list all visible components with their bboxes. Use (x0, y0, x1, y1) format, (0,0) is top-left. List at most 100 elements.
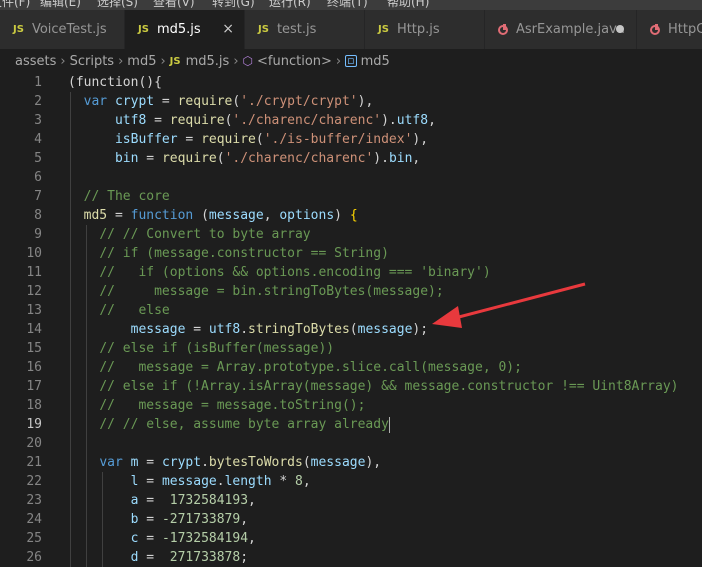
code-line[interactable]: 25 c = -1732584194, (0, 529, 702, 548)
code-token: './is-buffer/index' (263, 132, 413, 147)
code-token: ( (193, 208, 209, 223)
code-line[interactable]: 1 (function(){ (0, 73, 702, 92)
code-token: ), (365, 455, 382, 470)
code-line[interactable]: 11 // if (options && options.encoding ==… (0, 263, 702, 282)
code-line[interactable]: 3 utf8 = require('./charenc/charenc').ut… (0, 111, 702, 130)
code-line[interactable]: 13 // else (0, 301, 702, 320)
code-token: 271733878 (169, 550, 241, 565)
code-token: message (208, 208, 264, 223)
line-number: 4 (34, 132, 42, 147)
code-token: ( (216, 151, 225, 166)
line-number: 11 (26, 265, 42, 280)
code-text: // // Convert to byte array (68, 225, 311, 244)
code-text: // if (message.constructor == String) (68, 244, 389, 263)
code-line[interactable]: 10 // if (message.constructor == String) (0, 244, 702, 263)
menu-item[interactable]: 运行(R) (269, 0, 311, 10)
code-token: ) (334, 208, 350, 223)
breadcrumb-item-file[interactable]: md5.js (186, 54, 230, 69)
code-text: // message = bin.stringToBytes(message); (68, 282, 443, 301)
editor-tab-bar: JS VoiceTest.js JS md5.js × JS test.js JS Http.j… (0, 10, 702, 49)
code-line[interactable]: 4 isBuffer = require('./is-buffer/index'… (0, 130, 702, 149)
editor-tab[interactable]: JS Http.js (365, 10, 485, 49)
menu-bar: 文件(F) 编辑(E) 选择(S) 查看(V) 转到(G) 运行(R) 终端(T) 帮助(H) (0, 0, 702, 10)
java-file-icon (650, 23, 660, 35)
breadcrumb-item-variable[interactable]: md5 (361, 54, 390, 69)
unsaved-dot-icon[interactable] (616, 25, 624, 33)
breadcrumb-item-symbol[interactable]: <function> (257, 54, 332, 69)
code-line[interactable]: 19 // // else, assume byte array already (0, 415, 702, 434)
line-number: 22 (26, 474, 42, 489)
editor-tab[interactable]: JS md5.js × (125, 10, 245, 49)
code-token: 1732584193 (169, 493, 249, 508)
code-token: options (279, 208, 335, 223)
code-token: , (248, 493, 256, 508)
code-text: isBuffer = require('./is-buffer/index'), (68, 130, 428, 149)
menu-item[interactable]: 编辑(E) (40, 0, 81, 10)
code-text: b = -271733879, (68, 510, 248, 529)
code-line[interactable]: 18 // message = message.toString(); (0, 396, 702, 415)
code-line[interactable]: 16 // message = Array.prototype.slice.ca… (0, 358, 702, 377)
breadcrumb-item-scripts[interactable]: Scripts (70, 54, 114, 69)
editor-tab[interactable]: HttpC (637, 10, 702, 49)
code-line[interactable]: 6 (0, 168, 702, 187)
line-number: 12 (26, 284, 42, 299)
code-line[interactable]: 21 var m = crypt.bytesToWords(message), (0, 453, 702, 472)
code-token: var (83, 94, 108, 109)
breadcrumb-item-md5-folder[interactable]: md5 (127, 54, 156, 69)
code-token: // // Convert to byte array (99, 227, 311, 242)
code-line[interactable]: 23 a = 1732584193, (0, 491, 702, 510)
code-token: -271733879 (161, 512, 241, 527)
menu-item[interactable]: 终端(T) (327, 0, 368, 10)
code-line[interactable]: 9 // // Convert to byte array (0, 225, 702, 244)
code-line[interactable]: 5 bin = require('./charenc/charenc').bin… (0, 149, 702, 168)
code-token: // The core (83, 189, 170, 204)
code-token: utf8 (208, 322, 241, 337)
code-line[interactable]: 12 // message = bin.stringToBytes(messag… (0, 282, 702, 301)
close-icon[interactable]: × (222, 21, 234, 37)
menu-item[interactable]: 选择(S) (97, 0, 138, 10)
text-cursor (388, 416, 390, 433)
code-line[interactable]: 2 var crypt = require('./crypt/crypt'), (0, 92, 702, 111)
code-line[interactable]: 8 md5 = function (message, options) { (0, 206, 702, 225)
code-line[interactable]: 14 message = utf8.stringToBytes(message)… (0, 320, 702, 339)
menu-item[interactable]: 转到(G) (212, 0, 255, 10)
breadcrumb: assets › Scripts › md5 › JS md5.js › ⬡ <… (0, 49, 702, 73)
code-line[interactable]: 17 // else if (!Array.isArray(message) &… (0, 377, 702, 396)
code-token: stringToBytes (248, 322, 350, 337)
line-number: 17 (26, 379, 42, 394)
editor-tab[interactable]: JS VoiceTest.js (0, 10, 125, 49)
code-line[interactable]: 7 // The core (0, 187, 702, 206)
code-text: // // else, assume byte array already (68, 415, 390, 434)
code-editor[interactable]: 1 (function(){2 var crypt = require('./cr… (0, 73, 702, 567)
menu-item[interactable]: 帮助(H) (387, 0, 429, 10)
code-line[interactable]: 22 l = message.length * 8, (0, 472, 702, 491)
code-token: * (271, 474, 296, 489)
code-line[interactable]: 20 (0, 434, 702, 453)
menu-item[interactable]: 文件(F) (0, 0, 30, 10)
code-line[interactable]: 15 // else if (isBuffer(message)) (0, 339, 702, 358)
line-number: 14 (26, 322, 42, 337)
line-number: 8 (34, 208, 42, 223)
code-token: length (224, 474, 272, 489)
code-token: require (177, 94, 233, 109)
code-line[interactable]: 24 b = -271733879, (0, 510, 702, 529)
code-token: = (185, 322, 209, 337)
menu-item[interactable]: 查看(V) (153, 0, 195, 10)
tab-label: md5.js (156, 22, 201, 37)
breadcrumb-item-assets[interactable]: assets (15, 54, 56, 69)
editor-tab[interactable]: AsrExample.java (485, 10, 637, 49)
code-text: var m = crypt.bytesToWords(message), (68, 453, 381, 472)
js-file-icon: JS (378, 24, 389, 35)
editor-tab[interactable]: JS test.js (245, 10, 365, 49)
code-text: d = 271733878; (68, 548, 248, 567)
code-line[interactable]: 26 d = 271733878; (0, 548, 702, 567)
code-token: = (138, 512, 162, 527)
code-token: './crypt/crypt' (240, 94, 358, 109)
